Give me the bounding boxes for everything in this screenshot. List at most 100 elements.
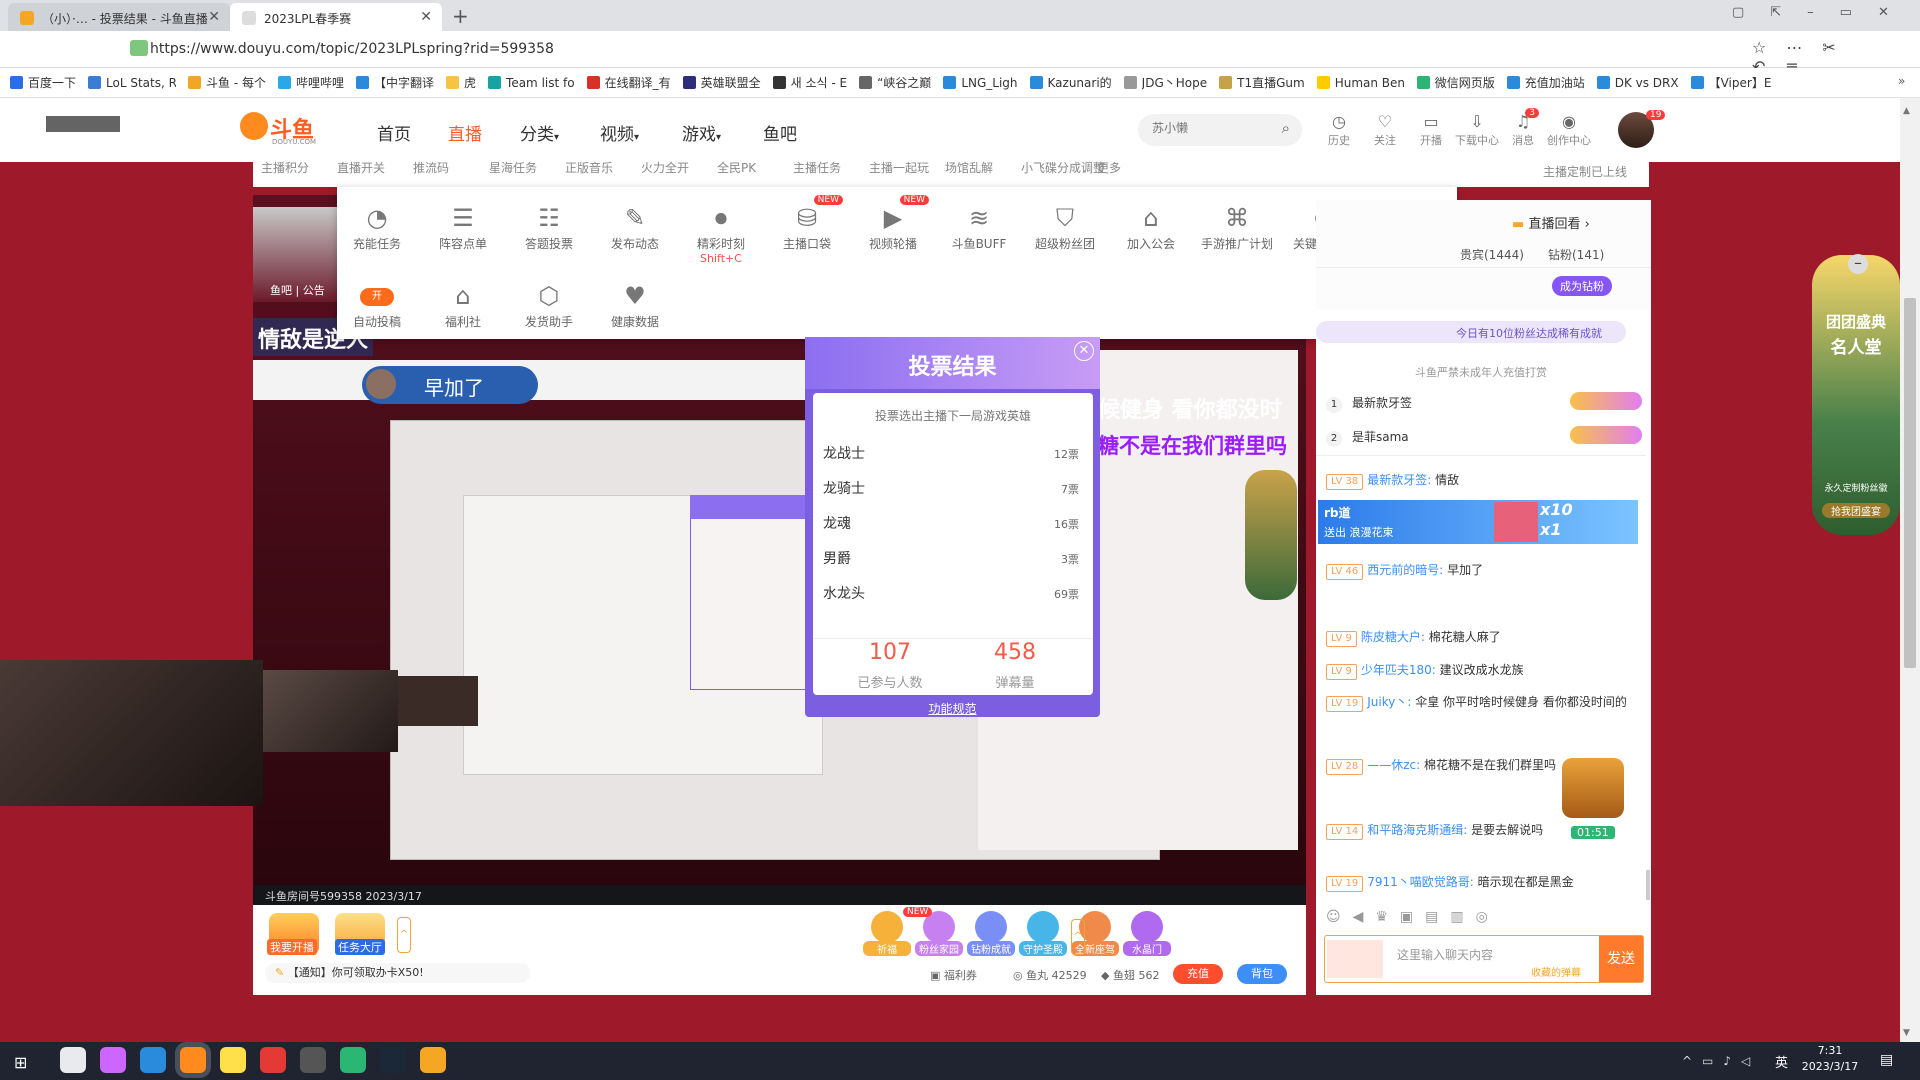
bookmark-item[interactable]: 哔哩哔哩 bbox=[277, 74, 344, 91]
bookmarks-more-icon[interactable]: » bbox=[1898, 74, 1905, 88]
gift-button[interactable]: 水晶门 bbox=[1123, 911, 1171, 957]
vote-rules-link[interactable]: 功能规范 bbox=[805, 700, 1100, 717]
new-tab-icon[interactable]: + bbox=[452, 4, 469, 28]
send-button[interactable]: 发送 bbox=[1599, 936, 1643, 982]
subbar-item[interactable]: 主播任务 bbox=[793, 159, 841, 176]
nav-category[interactable]: 分类▾ bbox=[520, 120, 559, 145]
subbar-item[interactable]: 小飞碟分成调整 bbox=[1021, 159, 1105, 176]
tool-box[interactable]: ⬡ 发货助手 bbox=[509, 279, 589, 330]
chat-message[interactable]: LV 19 7911丶喵欧觉路哥: 暗示现在都是黑金 bbox=[1326, 872, 1646, 892]
chat-username[interactable]: 陈皮糖大户: bbox=[1361, 630, 1425, 644]
bookmark-item[interactable]: 英雄联盟全 bbox=[682, 74, 761, 91]
chat-message[interactable]: LV 9 少年匹夫180: 建议改成水龙族 bbox=[1326, 660, 1646, 680]
subbar-item[interactable]: 推流码 bbox=[413, 159, 449, 176]
bookmark-item[interactable]: 充值加油站 bbox=[1506, 74, 1585, 91]
ime-indicator[interactable]: 英 bbox=[1775, 1052, 1788, 1071]
windows-start-icon[interactable]: ⊞ bbox=[14, 1053, 27, 1072]
chat-toolbar-icons[interactable]: ☺◀♛▣▤▥◎ bbox=[1326, 909, 1646, 929]
become-diamond-button[interactable]: 成为钻粉 bbox=[1552, 276, 1612, 296]
tool-video[interactable]: ▶ 视频轮播 NEW bbox=[853, 195, 933, 252]
gift-button[interactable]: 祈福 bbox=[863, 911, 911, 957]
search-box[interactable]: ⌕ bbox=[1138, 114, 1302, 146]
subbar-item[interactable]: 更多 bbox=[1097, 159, 1121, 176]
chat-message[interactable]: LV 9 陈皮糖大户: 棉花糖人麻了 bbox=[1326, 627, 1646, 647]
bookmark-item[interactable]: T1直播Gum bbox=[1219, 74, 1305, 91]
subbar-item[interactable]: 全民PK bbox=[717, 159, 756, 176]
tool-guild[interactable]: ⌂ 加入公会 bbox=[1111, 201, 1191, 252]
taskbar-app-icon[interactable] bbox=[300, 1047, 326, 1073]
tool-heart[interactable]: ♥ 健康数据 bbox=[595, 279, 675, 330]
chat-username[interactable]: ——休zc: bbox=[1367, 758, 1420, 772]
chat-username[interactable]: 最新款牙签: bbox=[1367, 473, 1431, 487]
taskbar-app-icon[interactable] bbox=[340, 1047, 366, 1073]
nav-video[interactable]: 视频▾ bbox=[600, 120, 639, 145]
header-icon-5[interactable]: ◉ 创作中心 bbox=[1547, 112, 1591, 148]
live-replay-link[interactable]: ▬ 直播回看 › bbox=[1512, 213, 1590, 232]
taskbar-app-icon[interactable] bbox=[180, 1047, 206, 1073]
tool-gauge[interactable]: ◔ 充能任务 bbox=[337, 201, 417, 252]
gift-button[interactable]: 钻粉成就 bbox=[967, 911, 1015, 957]
search-input[interactable] bbox=[1152, 121, 1262, 135]
chat-username[interactable]: 少年匹夫180: bbox=[1361, 663, 1436, 677]
subbar-item[interactable]: 火力全开 bbox=[641, 159, 689, 176]
nav-game[interactable]: 游戏▾ bbox=[682, 120, 721, 145]
tab-diamond[interactable]: 钻粉(141) bbox=[1548, 246, 1604, 263]
taskbar-app-icon[interactable] bbox=[260, 1047, 286, 1073]
nav-home[interactable]: 首页 bbox=[377, 120, 411, 145]
tool-edit[interactable]: ✎ 发布动态 bbox=[595, 201, 675, 252]
page-scrollbar[interactable]: ▲ ▼ bbox=[1900, 98, 1920, 1042]
subbar-item[interactable]: 直播开关 bbox=[337, 159, 385, 176]
close-icon[interactable]: ✕ bbox=[208, 9, 220, 25]
rank-row[interactable]: 2 是菲sama bbox=[1326, 426, 1646, 447]
bookmark-item[interactable]: LoL Stats, R bbox=[88, 76, 176, 90]
clock-date[interactable]: 2023/3/17 bbox=[1800, 1060, 1860, 1073]
scrollbar-thumb[interactable] bbox=[1904, 298, 1916, 668]
bookmark-item[interactable]: 在线翻译_有 bbox=[586, 74, 671, 91]
douyu-logo[interactable]: 斗鱼 DOUYU.COM bbox=[240, 112, 320, 146]
close-icon[interactable]: ✕ bbox=[420, 9, 432, 25]
url-input[interactable]: https://www.douyu.com/topic/2023LPLsprin… bbox=[150, 41, 554, 57]
bookmark-item[interactable]: 【Viper】E bbox=[1690, 74, 1771, 91]
notification-icon[interactable]: ▤ bbox=[1880, 1052, 1893, 1068]
gift-button[interactable]: 粉丝家园 bbox=[915, 911, 963, 957]
bookmark-item[interactable]: 虎 bbox=[446, 74, 476, 91]
header-icon-3[interactable]: ⇩ 下载中心 bbox=[1455, 112, 1499, 148]
bookmark-item[interactable]: 微信网页版 bbox=[1416, 74, 1495, 91]
tool-toggle[interactable]: 开自动投稿 bbox=[337, 279, 417, 330]
achievement-tip[interactable]: 今日有10位粉丝达成稀有成就 bbox=[1316, 321, 1626, 343]
subbar-right-note[interactable]: 主播定制已上线 bbox=[1543, 163, 1627, 180]
chat-message[interactable]: LV 19 Juiky丶: 伞皇 你平时啥时候健身 看你都没时间的 bbox=[1326, 692, 1646, 712]
task-hall-button[interactable]: 任务大厅 bbox=[335, 939, 385, 955]
tool-pocket[interactable]: ⛁ 主播口袋 NEW bbox=[767, 195, 847, 252]
nav-live[interactable]: 直播 bbox=[448, 120, 482, 145]
subbar-item[interactable]: 主播一起玩 bbox=[869, 159, 929, 176]
tool-shield[interactable]: ⛉ 超级粉丝团 bbox=[1025, 201, 1105, 252]
welfare-coupon[interactable]: ▣ 福利券 bbox=[930, 967, 977, 983]
search-icon[interactable]: ⌕ bbox=[1282, 119, 1290, 137]
browser-tab-2[interactable]: 2023LPL春季赛 ✕ bbox=[230, 3, 442, 31]
header-icon-1[interactable]: ♡ 关注 bbox=[1363, 112, 1407, 148]
tool-gamepad[interactable]: ⌘ 手游推广计划 bbox=[1197, 201, 1277, 252]
tool-rec[interactable]: ⏺ 精彩时刻 Shift+C bbox=[681, 201, 761, 265]
header-icon-2[interactable]: ▭ 开播 bbox=[1409, 112, 1453, 148]
toggle-switch[interactable]: 开 bbox=[360, 288, 394, 306]
header-icon-0[interactable]: ◷ 历史 bbox=[1317, 112, 1361, 148]
start-live-button[interactable]: 我要开播 bbox=[267, 939, 317, 955]
gift-button[interactable]: 守护圣殿 bbox=[1019, 911, 1067, 957]
bookmark-item[interactable]: JDG丶Hope bbox=[1123, 74, 1207, 91]
taskbar-app-icon[interactable] bbox=[60, 1047, 86, 1073]
header-icon-4[interactable]: ♫ 消息 3 bbox=[1501, 108, 1545, 148]
tool-vote[interactable]: ☷ 答题投票 bbox=[509, 201, 589, 252]
bookmark-item[interactable]: 새 소식 - E bbox=[772, 74, 847, 91]
chat-username[interactable]: Juiky丶: bbox=[1367, 695, 1411, 709]
clock-time[interactable]: 7:31 bbox=[1800, 1044, 1860, 1057]
nav-fishbar[interactable]: 鱼吧 bbox=[763, 120, 797, 145]
taskbar-app-icon[interactable] bbox=[420, 1047, 446, 1073]
chat-username[interactable]: 西元前的暗号: bbox=[1367, 563, 1443, 577]
minimize-icon[interactable]: – bbox=[1848, 254, 1868, 274]
taskbar-app-icon[interactable] bbox=[220, 1047, 246, 1073]
chat-message[interactable]: LV 38 最新款牙签: 情敌 bbox=[1326, 470, 1646, 490]
bookmark-item[interactable]: LNG_Ligh bbox=[943, 76, 1018, 90]
bookmark-item[interactable]: 【中字翻译 bbox=[356, 74, 434, 91]
chat-username[interactable]: 7911丶喵欧觉路哥: bbox=[1367, 875, 1474, 889]
